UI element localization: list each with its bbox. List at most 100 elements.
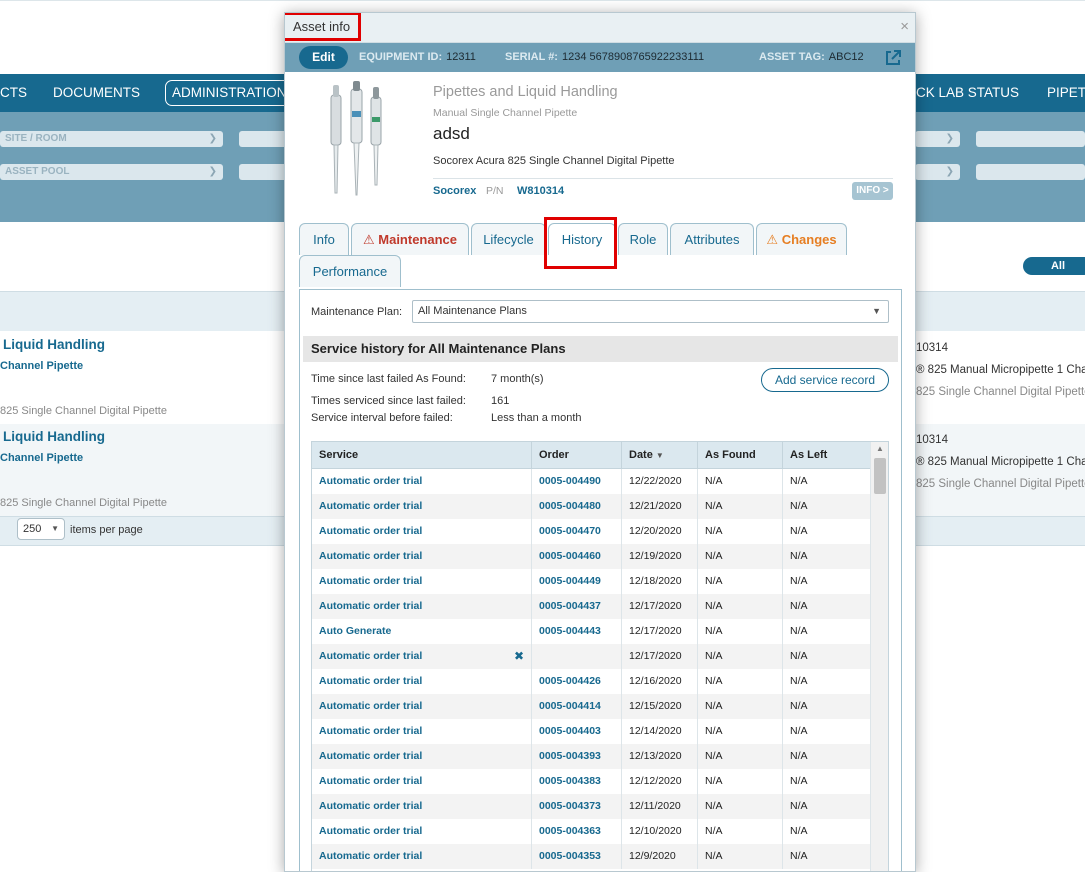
table-row[interactable]: Automatic order trial 0005-004383 12/12/20…	[312, 769, 870, 794]
nav-item-pipettes[interactable]: PIPETT	[1047, 74, 1085, 112]
table-row[interactable]: Auto Generate 0005-004443 12/17/2020 N/A N/A	[312, 619, 870, 644]
column-header-as-left[interactable]: As Left	[783, 442, 870, 469]
filter-field[interactable]	[239, 131, 289, 147]
order-cell[interactable]: 0005-004437	[532, 594, 622, 619]
table-row[interactable]: Automatic order trial 0005-004437 12/17/20…	[312, 594, 870, 619]
part-number-link[interactable]: W810314	[517, 185, 564, 197]
column-header-as-found[interactable]: As Found	[698, 442, 783, 469]
service-cell-text[interactable]: Automatic order trial	[319, 575, 422, 587]
maintenance-plan-select[interactable]: All Maintenance Plans ▼	[412, 300, 889, 323]
order-cell[interactable]: 0005-004414	[532, 694, 622, 719]
filter-field[interactable]	[976, 131, 1085, 147]
order-cell[interactable]: 0005-004403	[532, 719, 622, 744]
service-cell[interactable]: Automatic order trial	[312, 794, 532, 819]
tab-info[interactable]: Info	[299, 223, 349, 255]
service-cell-text[interactable]: Automatic order trial	[319, 500, 422, 512]
order-cell-text[interactable]: 0005-004470	[539, 525, 601, 537]
close-icon[interactable]: ×	[900, 18, 909, 35]
order-cell[interactable]: 0005-004460	[532, 544, 622, 569]
all-toggle-button[interactable]: All	[1023, 257, 1085, 275]
table-row[interactable]: Automatic order trial 0005-004373 12/11/20…	[312, 794, 870, 819]
order-cell-text[interactable]: 0005-004460	[539, 550, 601, 562]
service-cell-text[interactable]: Automatic order trial	[319, 775, 422, 787]
tab-attributes[interactable]: Attributes	[670, 223, 754, 255]
filter-field[interactable]	[976, 164, 1085, 180]
asset-category[interactable]: Liquid Handling	[3, 337, 105, 352]
service-cell[interactable]: Automatic order trial	[312, 719, 532, 744]
tab-maintenance[interactable]: ⚠ Maintenance	[351, 223, 469, 255]
column-header-order[interactable]: Order	[532, 442, 622, 469]
nav-item-products[interactable]: CTS	[0, 74, 27, 112]
filter-field[interactable]	[239, 164, 289, 180]
service-cell-text[interactable]: Automatic order trial	[319, 725, 422, 737]
service-cell[interactable]: Automatic order trial	[312, 594, 532, 619]
info-button[interactable]: INFO >	[852, 182, 893, 200]
order-cell-text[interactable]: 0005-004403	[539, 725, 601, 737]
column-header-date[interactable]: Date ▼	[622, 442, 698, 469]
order-cell-text[interactable]: 0005-004363	[539, 825, 601, 837]
table-row[interactable]: Automatic order trial 0005-004363 12/10/20…	[312, 819, 870, 844]
service-cell-text[interactable]: Automatic order trial	[319, 525, 422, 537]
order-cell-text[interactable]: 0005-004393	[539, 750, 601, 762]
order-cell[interactable]: 0005-004480	[532, 494, 622, 519]
order-cell[interactable]: 0005-004449	[532, 569, 622, 594]
items-per-page-select[interactable]: 250 ▼	[17, 518, 65, 540]
service-cell-text[interactable]: Auto Generate	[319, 625, 391, 637]
order-cell-text[interactable]: 0005-004443	[539, 625, 601, 637]
table-row[interactable]: Automatic order trial 0005-004449 12/18/20…	[312, 569, 870, 594]
service-cell[interactable]: Automatic order trial	[312, 694, 532, 719]
order-cell[interactable]: 0005-004363	[532, 819, 622, 844]
order-cell-text[interactable]: 0005-004490	[539, 475, 601, 487]
order-cell-text[interactable]: 0005-004373	[539, 800, 601, 812]
service-cell-text[interactable]: Automatic order trial	[319, 475, 422, 487]
tab-lifecycle[interactable]: Lifecycle	[471, 223, 546, 255]
service-cell[interactable]: Automatic order trial ✖	[312, 644, 532, 669]
table-row[interactable]: Automatic order trial 0005-004403 12/14/20…	[312, 719, 870, 744]
order-cell-text[interactable]: 0005-004383	[539, 775, 601, 787]
tab-performance[interactable]: Performance	[299, 255, 401, 287]
service-cell[interactable]: Automatic order trial	[312, 769, 532, 794]
asset-pool-filter[interactable]: ASSET POOL ❯	[0, 164, 223, 180]
manufacturer-link[interactable]: Socorex	[433, 185, 476, 197]
service-cell-text[interactable]: Automatic order trial	[319, 675, 422, 687]
table-row[interactable]: Automatic order trial ✖ 12/17/2020 N/A N/A	[312, 644, 870, 669]
order-cell-text[interactable]: 0005-004414	[539, 700, 601, 712]
scroll-up-icon[interactable]: ▲	[871, 444, 888, 453]
order-cell-text[interactable]: 0005-004353	[539, 850, 601, 862]
service-cell-text[interactable]: Automatic order trial	[319, 850, 422, 862]
nav-item-documents[interactable]: DOCUMENTS	[53, 74, 140, 112]
service-cell[interactable]: Auto Generate	[312, 619, 532, 644]
order-cell[interactable]	[532, 644, 622, 669]
service-cell-text[interactable]: Automatic order trial	[319, 650, 422, 662]
filter-field[interactable]: ❯	[915, 131, 960, 147]
service-cell[interactable]: Automatic order trial	[312, 544, 532, 569]
scrollbar-thumb[interactable]	[874, 458, 886, 494]
table-row[interactable]: Automatic order trial 0005-004480 12/21/20…	[312, 494, 870, 519]
order-cell[interactable]: 0005-004383	[532, 769, 622, 794]
service-cell[interactable]: Automatic order trial	[312, 494, 532, 519]
order-cell-text[interactable]: 0005-004449	[539, 575, 601, 587]
table-row[interactable]: Automatic order trial 0005-004414 12/15/20…	[312, 694, 870, 719]
service-cell[interactable]: Automatic order trial	[312, 469, 532, 494]
tab-changes[interactable]: ⚠ Changes	[756, 223, 847, 255]
service-cell[interactable]: Automatic order trial	[312, 844, 532, 869]
order-cell[interactable]: 0005-004393	[532, 744, 622, 769]
order-cell[interactable]: 0005-004470	[532, 519, 622, 544]
service-cell[interactable]: Automatic order trial	[312, 569, 532, 594]
table-row[interactable]: Automatic order trial 0005-004470 12/20/20…	[312, 519, 870, 544]
column-header-service[interactable]: Service	[312, 442, 532, 469]
order-cell[interactable]: 0005-004443	[532, 619, 622, 644]
order-cell[interactable]: 0005-004353	[532, 844, 622, 869]
service-cell[interactable]: Automatic order trial	[312, 819, 532, 844]
service-cell-text[interactable]: Automatic order trial	[319, 750, 422, 762]
order-cell-text[interactable]: 0005-004480	[539, 500, 601, 512]
order-cell-text[interactable]: 0005-004426	[539, 675, 601, 687]
dialog-titlebar[interactable]: Asset info ×	[285, 13, 915, 43]
service-cell[interactable]: Automatic order trial	[312, 519, 532, 544]
nav-item-administration[interactable]: ADMINISTRATION	[165, 80, 294, 106]
tab-role[interactable]: Role	[618, 223, 668, 255]
filter-field[interactable]: ❯	[915, 164, 960, 180]
table-row[interactable]: Automatic order trial 0005-004393 12/13/20…	[312, 744, 870, 769]
service-cell[interactable]: Automatic order trial	[312, 669, 532, 694]
edit-button[interactable]: Edit	[299, 46, 348, 69]
